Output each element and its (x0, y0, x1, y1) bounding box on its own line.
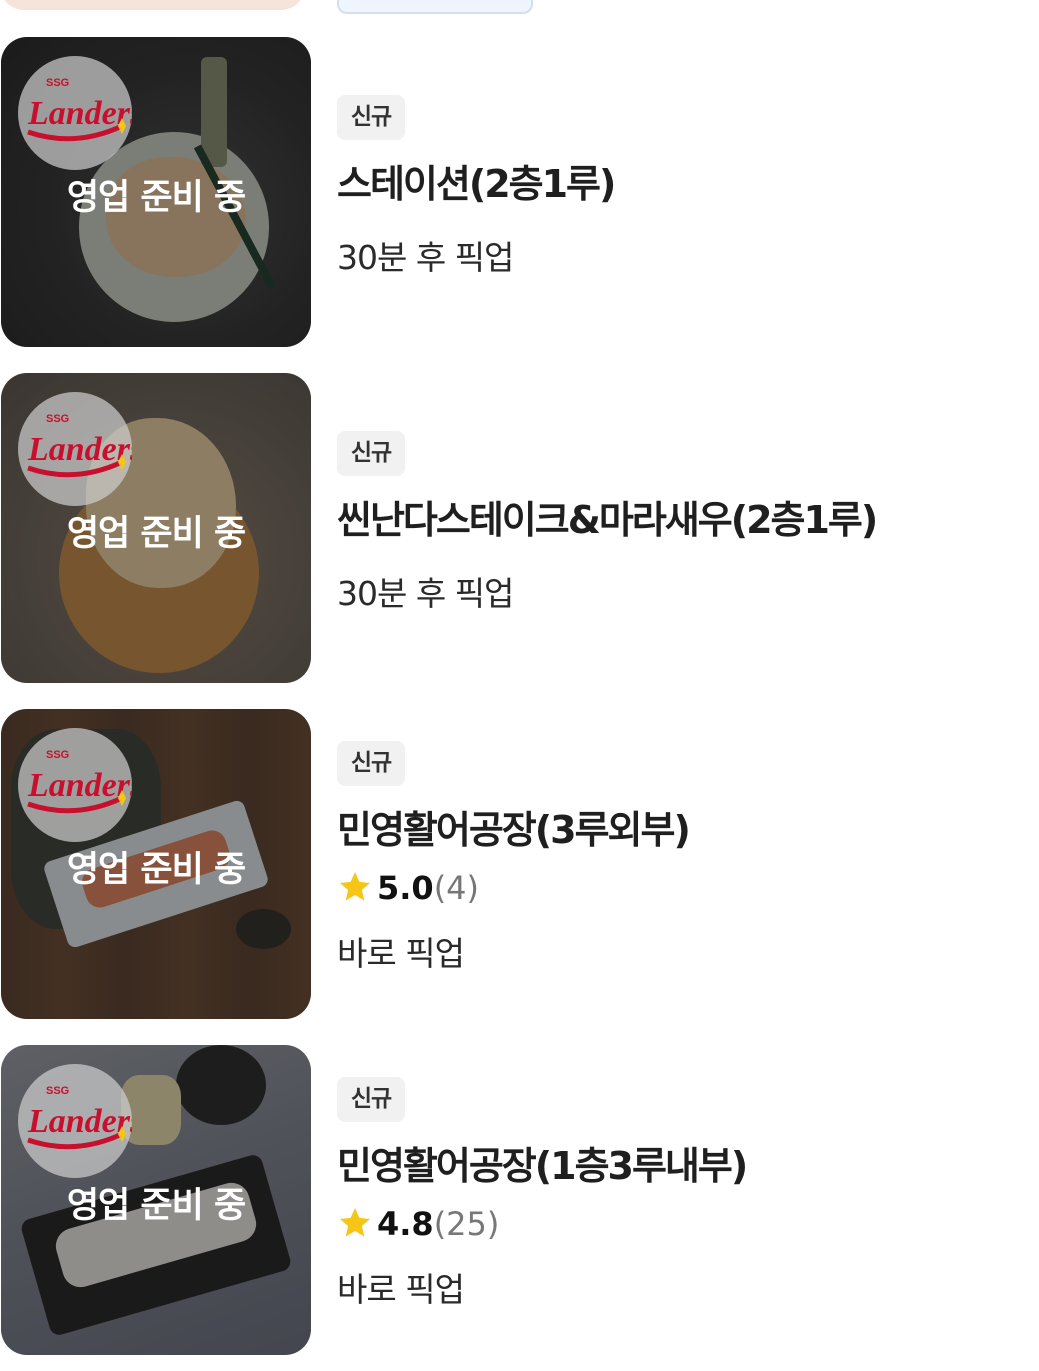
status-overlay-label: 영업 준비 중 (66, 1186, 246, 1226)
store-thumbnail[interactable]: SSG Landers 영업 준비 중 (1, 1045, 311, 1355)
svg-text:SSG: SSG (46, 77, 69, 89)
new-badge: 신규 (337, 741, 405, 786)
rating-score: 5.0 (377, 869, 434, 907)
store-info: 신규 씬난다스테이크&마라새우(2층1루) 30분 후 픽업 (337, 373, 1027, 683)
store-thumbnail[interactable]: SSG Landers 영업 준비 중 (1, 37, 311, 347)
new-badge: 신규 (337, 1077, 405, 1122)
rating-score: 4.8 (377, 1205, 434, 1243)
ssg-landers-logo: SSG Landers (18, 392, 132, 506)
ssg-landers-logo: SSG Landers (18, 728, 132, 842)
store-item[interactable]: SSG Landers 영업 준비 중 신규 스테이션(2층1루) 30분 후 … (0, 37, 1039, 347)
store-info: 신규 스테이션(2층1루) 30분 후 픽업 (337, 37, 1027, 347)
pickup-time: 30분 후 픽업 (337, 574, 514, 613)
rating-count: (25) (433, 1205, 500, 1243)
store-item[interactable]: SSG Landers 영업 준비 중 신규 민영활어공장(3루외부) 5.0(… (0, 709, 1039, 1019)
rating: 4.8(25) (337, 1205, 499, 1245)
store-thumbnail[interactable]: SSG Landers 영업 준비 중 (1, 709, 311, 1019)
star-icon (340, 1208, 370, 1237)
svg-text:SSG: SSG (46, 749, 69, 761)
store-name[interactable]: 씬난다스테이크&마라새우(2층1루) (337, 489, 878, 544)
status-overlay-label: 영업 준비 중 (66, 178, 246, 218)
rating: 5.0(4) (337, 869, 479, 909)
status-overlay-label: 영업 준비 중 (66, 850, 246, 890)
status-overlay-label: 영업 준비 중 (66, 514, 246, 554)
store-name[interactable]: 민영활어공장(1층3루내부) (337, 1135, 748, 1190)
star-icon (340, 872, 370, 901)
pickup-time: 바로 픽업 (337, 934, 465, 973)
rating-count: (4) (433, 869, 480, 907)
store-item[interactable]: SSG Landers 영업 준비 중 신규 민영활어공장(1층3루내부) 4.… (0, 1045, 1039, 1355)
new-badge: 신규 (337, 431, 405, 476)
pickup-time: 바로 픽업 (337, 1270, 465, 1309)
svg-text:SSG: SSG (46, 1085, 69, 1097)
store-name[interactable]: 스테이션(2층1루) (337, 153, 616, 208)
ssg-landers-logo: SSG Landers (18, 56, 132, 170)
store-item[interactable]: SSG Landers 영업 준비 중 신규 씬난다스테이크&마라새우(2층1루… (0, 373, 1039, 683)
new-badge: 신규 (337, 95, 405, 140)
store-thumbnail[interactable]: SSG Landers 영업 준비 중 (1, 373, 311, 683)
store-name[interactable]: 민영활어공장(3루외부) (337, 799, 691, 854)
store-info: 신규 민영활어공장(3루외부) 5.0(4) 바로 픽업 (337, 709, 1027, 1019)
store-list: SSG Landers 영업 준비 중 신규 스테이션(2층1루) 30분 후 … (0, 0, 1039, 1371)
ssg-landers-logo: SSG Landers (18, 1064, 132, 1178)
store-info: 신규 민영활어공장(1층3루내부) 4.8(25) 바로 픽업 (337, 1045, 1027, 1355)
svg-text:SSG: SSG (46, 413, 69, 425)
pickup-time: 30분 후 픽업 (337, 238, 514, 277)
